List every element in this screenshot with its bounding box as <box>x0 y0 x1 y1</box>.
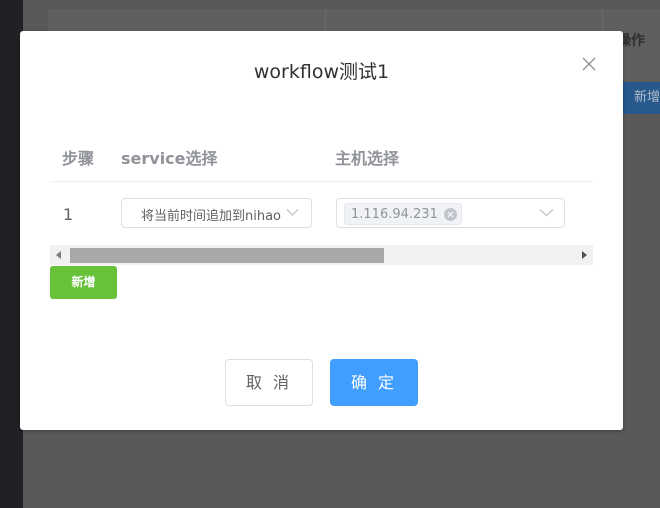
workflow-dialog: workflow测试1 步骤 service选择 主机选择 1 将当前时间追加到… <box>20 31 623 430</box>
add-step-button[interactable]: 新增 <box>50 266 117 299</box>
background-add-button: 新增 <box>620 82 660 114</box>
step-number: 1 <box>63 205 74 224</box>
horizontal-scrollbar[interactable] <box>50 245 593 265</box>
scrollbar-thumb[interactable] <box>70 248 384 263</box>
column-header-service: service选择 <box>121 149 218 168</box>
chevron-down-icon <box>286 209 299 216</box>
circle-close-icon[interactable] <box>443 207 457 221</box>
dialog-title: workflow测试1 <box>253 61 390 83</box>
scroll-right-arrow-icon[interactable] <box>582 251 587 259</box>
column-header-host: 主机选择 <box>335 149 400 168</box>
host-tag: 1.116.94.231 <box>344 203 462 225</box>
close-icon[interactable] <box>581 56 597 72</box>
cancel-button[interactable]: 取 消 <box>225 359 313 406</box>
service-select-value: 将当前时间追加到nihao <box>141 209 281 224</box>
host-tag-label: 1.116.94.231 <box>351 206 438 222</box>
column-header-step: 步骤 <box>62 149 95 168</box>
table-divider <box>50 181 593 182</box>
scroll-left-arrow-icon[interactable] <box>56 251 61 259</box>
service-select[interactable]: 将当前时间追加到nihao <box>121 198 312 228</box>
confirm-button[interactable]: 确 定 <box>330 359 418 406</box>
host-select[interactable]: 1.116.94.231 <box>336 198 565 228</box>
chevron-down-icon <box>539 209 554 217</box>
